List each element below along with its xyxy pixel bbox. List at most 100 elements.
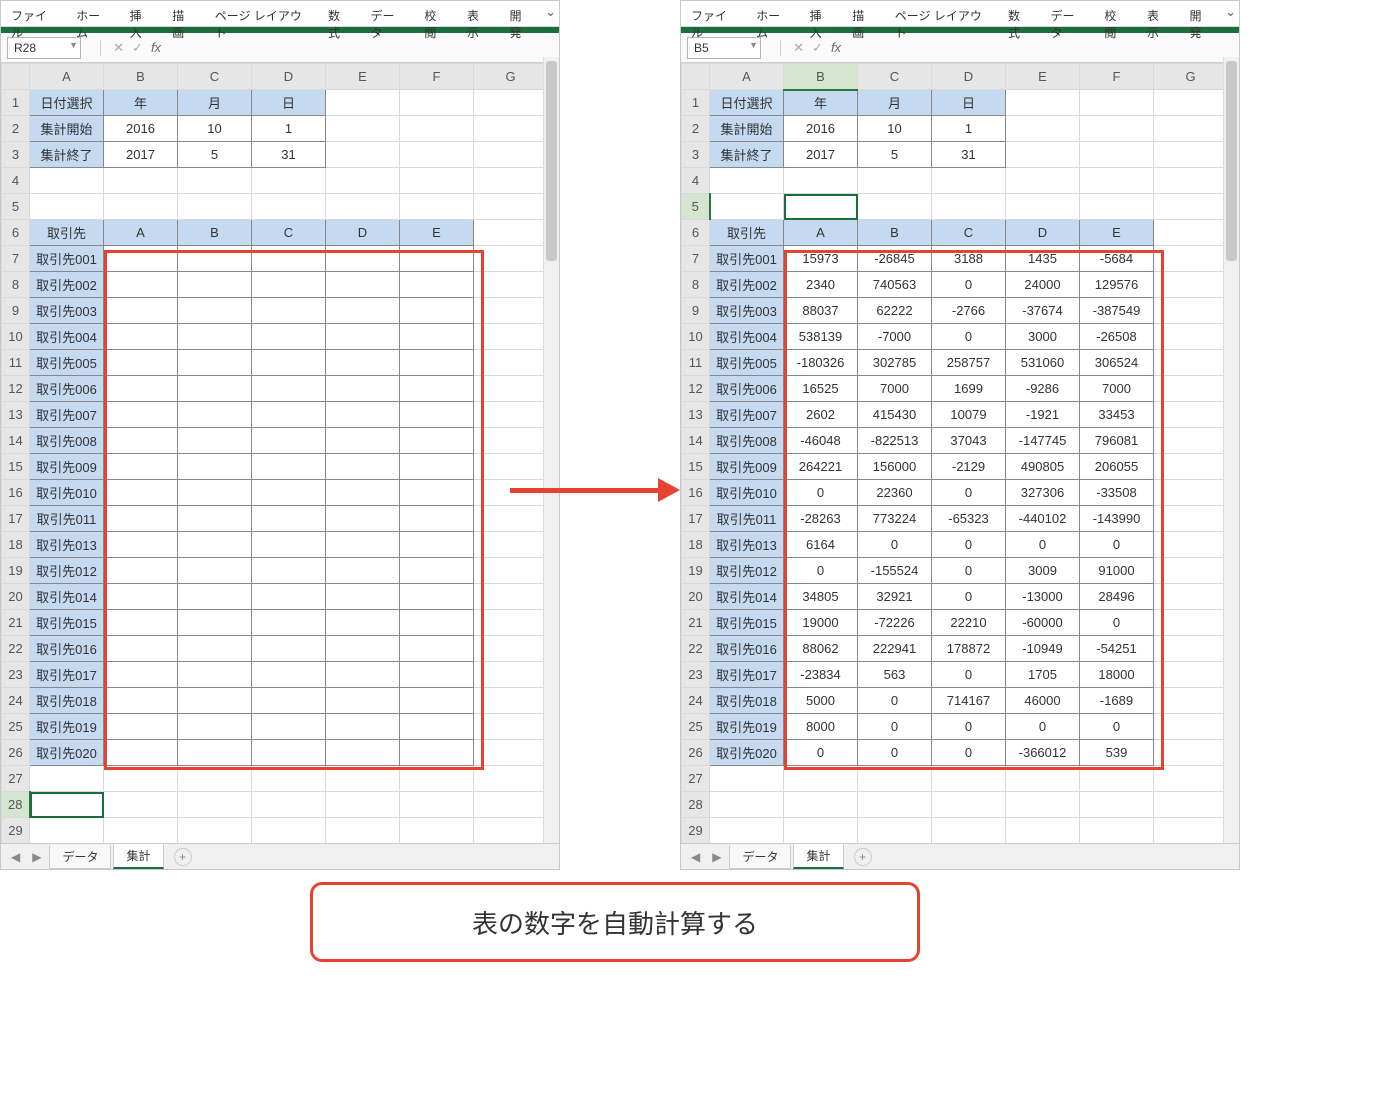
cell[interactable] <box>400 662 474 688</box>
cell[interactable]: 264221 <box>784 454 858 480</box>
tab-file[interactable]: ファイル <box>1 3 66 26</box>
tab-home[interactable]: ホーム <box>746 3 800 26</box>
cell[interactable] <box>1154 350 1228 376</box>
cell[interactable] <box>178 766 252 792</box>
cell[interactable] <box>400 246 474 272</box>
row-header[interactable]: 1 <box>682 90 710 116</box>
cell[interactable] <box>1080 168 1154 194</box>
cell[interactable]: C <box>932 220 1006 246</box>
cell[interactable] <box>1006 766 1080 792</box>
cell[interactable] <box>1154 818 1228 844</box>
column-header[interactable]: C <box>858 64 932 90</box>
row-header[interactable]: 8 <box>2 272 30 298</box>
cell[interactable] <box>178 298 252 324</box>
cell[interactable] <box>30 766 104 792</box>
cell[interactable] <box>252 324 326 350</box>
cell[interactable] <box>474 766 548 792</box>
cell[interactable] <box>326 194 400 220</box>
cell[interactable]: -10949 <box>1006 636 1080 662</box>
cell[interactable]: C <box>252 220 326 246</box>
cell[interactable] <box>178 688 252 714</box>
tab-review[interactable]: 校閲 <box>1094 3 1137 26</box>
cell[interactable]: 取引先014 <box>710 584 784 610</box>
sheet-nav-prev-icon[interactable]: ◀ <box>5 850 26 864</box>
sheet-nav-next-icon[interactable]: ▶ <box>706 850 727 864</box>
cell[interactable]: 取引先003 <box>30 298 104 324</box>
cell[interactable] <box>1154 766 1228 792</box>
cell[interactable] <box>104 168 178 194</box>
cell[interactable] <box>474 298 548 324</box>
cell[interactable]: 日付選択 <box>710 90 784 116</box>
cell[interactable]: 538139 <box>784 324 858 350</box>
row-header[interactable]: 17 <box>2 506 30 532</box>
tab-pagelayout[interactable]: ページ レイアウト <box>205 3 318 26</box>
cell[interactable]: 302785 <box>858 350 932 376</box>
cell[interactable] <box>1154 714 1228 740</box>
cell[interactable]: 取引先010 <box>710 480 784 506</box>
cell[interactable] <box>326 168 400 194</box>
cell[interactable]: -72226 <box>858 610 932 636</box>
spreadsheet-grid[interactable]: ABCDEFG1日付選択年月日2集計開始20161013集計終了20175314… <box>681 63 1228 844</box>
column-header[interactable]: D <box>252 64 326 90</box>
cell[interactable]: 0 <box>932 272 1006 298</box>
row-header[interactable]: 26 <box>2 740 30 766</box>
cell[interactable] <box>326 792 400 818</box>
cell[interactable] <box>104 428 178 454</box>
cell[interactable] <box>326 428 400 454</box>
cell[interactable] <box>1154 636 1228 662</box>
tab-formulas[interactable]: 数式 <box>318 3 361 26</box>
cell[interactable] <box>252 714 326 740</box>
cell[interactable] <box>400 90 474 116</box>
cell[interactable]: 取引先007 <box>710 402 784 428</box>
cell[interactable] <box>104 480 178 506</box>
row-header[interactable]: 14 <box>682 428 710 454</box>
cell[interactable] <box>178 506 252 532</box>
cell[interactable] <box>178 558 252 584</box>
cell[interactable] <box>178 402 252 428</box>
cell[interactable]: 31 <box>932 142 1006 168</box>
column-header[interactable]: A <box>30 64 104 90</box>
cell[interactable] <box>474 558 548 584</box>
cell[interactable]: 年 <box>784 90 858 116</box>
cell[interactable] <box>1080 142 1154 168</box>
cell[interactable] <box>252 428 326 454</box>
cell[interactable]: 3000 <box>1006 324 1080 350</box>
cell[interactable] <box>252 792 326 818</box>
cancel-icon[interactable]: ✕ <box>113 40 124 56</box>
row-header[interactable]: 23 <box>682 662 710 688</box>
cell[interactable]: 0 <box>858 740 932 766</box>
cell[interactable]: 10 <box>858 116 932 142</box>
cell[interactable] <box>104 454 178 480</box>
cell[interactable]: 490805 <box>1006 454 1080 480</box>
cell[interactable]: 取引先020 <box>30 740 104 766</box>
cell[interactable] <box>784 766 858 792</box>
tab-developer[interactable]: 開発 <box>500 3 543 26</box>
cell[interactable] <box>710 818 784 844</box>
cell[interactable] <box>326 506 400 532</box>
cell[interactable]: 15973 <box>784 246 858 272</box>
cell[interactable] <box>178 350 252 376</box>
cell[interactable]: 0 <box>932 324 1006 350</box>
cell[interactable]: 取引先014 <box>30 584 104 610</box>
cell[interactable]: 796081 <box>1080 428 1154 454</box>
cell[interactable] <box>1080 766 1154 792</box>
cell[interactable] <box>326 142 400 168</box>
row-header[interactable]: 14 <box>2 428 30 454</box>
cell[interactable]: 46000 <box>1006 688 1080 714</box>
cell[interactable] <box>1154 402 1228 428</box>
cell[interactable] <box>932 168 1006 194</box>
row-header[interactable]: 21 <box>682 610 710 636</box>
cell[interactable]: -387549 <box>1080 298 1154 324</box>
cell[interactable]: 0 <box>932 532 1006 558</box>
cell[interactable]: 129576 <box>1080 272 1154 298</box>
cell[interactable] <box>474 272 548 298</box>
cell[interactable] <box>252 480 326 506</box>
column-header[interactable]: E <box>1006 64 1080 90</box>
row-header[interactable]: 3 <box>2 142 30 168</box>
cell[interactable]: 取引先017 <box>710 662 784 688</box>
cell[interactable]: 0 <box>932 714 1006 740</box>
cell[interactable]: 19000 <box>784 610 858 636</box>
row-header[interactable]: 25 <box>682 714 710 740</box>
cell[interactable] <box>178 428 252 454</box>
cell[interactable]: 1435 <box>1006 246 1080 272</box>
